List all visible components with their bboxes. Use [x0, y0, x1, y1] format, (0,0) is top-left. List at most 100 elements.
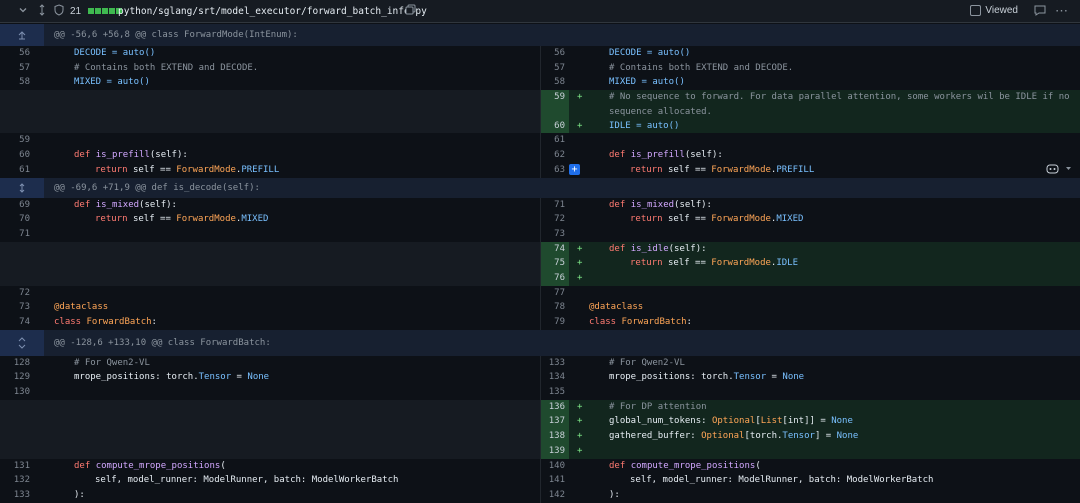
line-number[interactable]: 132 [0, 473, 34, 488]
shield-icon [54, 4, 64, 16]
line-number[interactable]: 71 [541, 198, 569, 213]
line-number[interactable]: 60 [0, 148, 34, 163]
empty-side [0, 414, 540, 430]
viewed-toggle[interactable]: Viewed [970, 5, 1018, 16]
line-number[interactable]: 135 [541, 385, 569, 400]
line-number[interactable]: 59 [541, 90, 569, 119]
line-number[interactable]: 74 [541, 241, 569, 257]
added-line: 136 + # For DP attention [541, 399, 1080, 415]
code-line: def is_prefill(self): [74, 150, 188, 161]
line-number[interactable]: 74 [0, 315, 34, 330]
chevron-down-icon[interactable] [1065, 165, 1072, 172]
line-number[interactable]: 73 [541, 227, 569, 242]
kebab-icon[interactable]: ⋯ [1055, 3, 1068, 19]
line-number[interactable]: 58 [0, 75, 34, 90]
line-number[interactable]: 56 [0, 46, 34, 61]
added-line: 75 + return self == ForwardMode.IDLE [541, 256, 1080, 271]
line-number[interactable]: 142 [541, 488, 569, 503]
line-number[interactable]: 59 [0, 133, 34, 148]
line-number[interactable]: 61 [0, 163, 34, 178]
line-number[interactable]: 131 [0, 459, 34, 474]
viewed-label: Viewed [985, 5, 1018, 16]
diff-row: 136 + # For DP attention [0, 399, 1080, 415]
code-line: return self == ForwardMode.PREFILL [95, 164, 280, 175]
code-line: MIXED = auto() [609, 77, 685, 88]
line-number[interactable]: 63 [541, 163, 569, 178]
diff-row: 57 # Contains both EXTEND and DECODE. 57 #… [0, 60, 1080, 76]
line-number[interactable]: 137 [541, 414, 569, 430]
diff-row: 129 mrope_positions: torch.Tensor = None … [0, 370, 1080, 386]
line-number[interactable]: 139 [541, 443, 569, 459]
line-number[interactable]: 128 [0, 356, 34, 371]
diff-file: 21 python/sglang/srt/model_executor/forw… [0, 0, 1080, 503]
line-number[interactable]: 136 [541, 399, 569, 415]
code-line: # For Qwen2-VL [609, 357, 685, 368]
chevron-down-icon[interactable] [18, 5, 28, 15]
add-comment-button[interactable]: + [569, 163, 580, 175]
add-sign: + [577, 92, 583, 103]
diff-row: 138 + gathered_buffer: Optional[torch.Te… [0, 429, 1080, 444]
code-line: return self == ForwardMode.MIXED [95, 214, 269, 225]
copy-icon[interactable] [405, 4, 416, 15]
add-sign: + [577, 431, 583, 442]
code-line: class ForwardBatch: [54, 317, 157, 327]
line-number[interactable]: 69 [0, 198, 34, 213]
comment-icon[interactable] [1034, 5, 1046, 16]
line-number[interactable]: 79 [541, 315, 569, 330]
diff-row: 56 DECODE = auto() 56 DECODE = auto() [0, 46, 1080, 61]
line-number[interactable]: 56 [541, 46, 569, 61]
empty-side [0, 443, 540, 459]
line-number[interactable]: 58 [541, 75, 569, 90]
line-number[interactable]: 70 [0, 212, 34, 227]
add-sign: + [577, 401, 583, 412]
line-number[interactable]: 133 [0, 488, 34, 503]
line-number[interactable]: 71 [0, 227, 34, 242]
line-number[interactable]: 140 [541, 459, 569, 474]
line-number[interactable]: 62 [541, 148, 569, 163]
copilot-icon[interactable] [1046, 163, 1059, 174]
line-number[interactable]: 130 [0, 385, 34, 400]
file-path[interactable]: python/sglang/srt/model_executor/forward… [118, 6, 427, 17]
diff-row: 131 def compute_mrope_positions( 140 def c… [0, 458, 1080, 474]
empty-side [0, 241, 540, 257]
hunk-text: @@ -69,6 +71,9 @@ def is_decode(self): [54, 182, 260, 193]
line-number[interactable]: 72 [0, 286, 34, 301]
add-sign: + [577, 445, 583, 456]
code-line: global_num_tokens: Optional[List[int]] =… [609, 416, 853, 427]
code-line: return self == ForwardMode.PREFILL [630, 164, 815, 175]
line-number[interactable]: 133 [541, 356, 569, 371]
unfold-icon[interactable] [0, 329, 44, 356]
line-number[interactable]: 60 [541, 118, 569, 134]
line-number[interactable]: 72 [541, 212, 569, 227]
line-number[interactable]: 78 [541, 300, 569, 315]
unfold-icon[interactable] [0, 177, 44, 198]
line-number[interactable]: 141 [541, 473, 569, 488]
line-number[interactable]: 138 [541, 429, 569, 444]
line-number[interactable]: 77 [541, 286, 569, 301]
hunk-header: @@ -128,6 +133,10 @@ class ForwardBatch: [0, 329, 1080, 356]
line-number[interactable]: 73 [0, 300, 34, 315]
diff-row: 72 77 [0, 285, 1080, 301]
code-line: self, model_runner: ModelRunner, batch: … [95, 475, 399, 486]
line-number[interactable]: 75 [541, 256, 569, 271]
added-line: 60 + IDLE = auto() [541, 118, 1080, 134]
code-line: # For DP attention [609, 401, 707, 412]
code-line: ): [74, 489, 85, 500]
diff-row: 74 class ForwardBatch: 79 class ForwardBat… [0, 315, 1080, 330]
line-number[interactable]: 134 [541, 370, 569, 385]
line-number[interactable]: 129 [0, 370, 34, 385]
unfold-icon[interactable] [37, 4, 47, 16]
diff-row: 60 + IDLE = auto() [0, 118, 1080, 134]
expand-up-icon[interactable] [0, 24, 44, 46]
split-diff: @@ -56,6 +56,8 @@ class ForwardMode(IntE… [0, 24, 1080, 503]
code-line: def compute_mrope_positions( [74, 460, 226, 471]
line-number[interactable]: 61 [541, 133, 569, 148]
line-number[interactable]: 57 [0, 61, 34, 76]
code-line: # No sequence to forward. For data paral… [609, 92, 1070, 117]
line-number[interactable]: 57 [541, 61, 569, 76]
line-number[interactable]: 76 [541, 270, 569, 286]
viewed-checkbox[interactable] [970, 5, 982, 16]
copilot-menu[interactable] [1046, 163, 1072, 174]
diff-row: 137 + global_num_tokens: Optional[List[i… [0, 414, 1080, 430]
code-line: IDLE = auto() [609, 120, 680, 131]
